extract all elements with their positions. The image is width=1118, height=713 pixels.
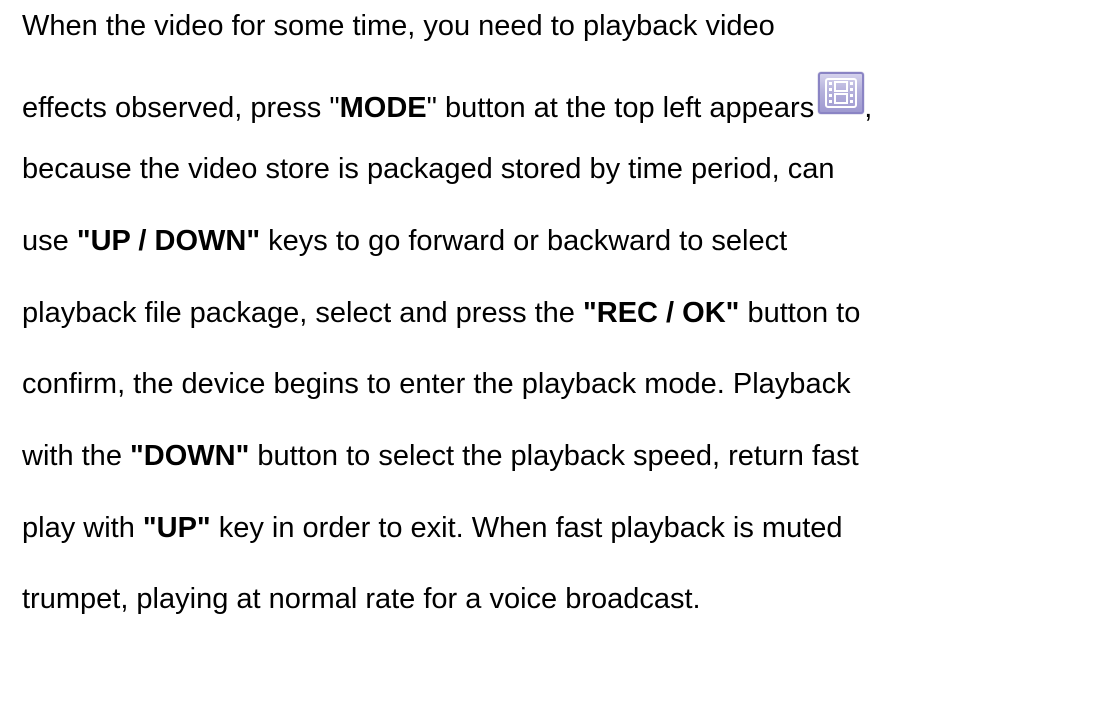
text-line-4: use "UP / DOWN" keys to go forward or ba… bbox=[22, 221, 787, 261]
text-line-7-pre: with the bbox=[22, 440, 130, 472]
text-line-2-pre: effects observed, press " bbox=[22, 92, 340, 124]
text-line-7-post: button to select the playback speed, ret… bbox=[249, 440, 859, 472]
text-line-8-pre: play with bbox=[22, 512, 143, 544]
rec-ok-key-label: "REC / OK" bbox=[583, 297, 740, 329]
text-line-5-post: button to bbox=[739, 297, 861, 329]
mode-key-label: MODE bbox=[339, 92, 427, 124]
text-line-8-post: key in order to exit. When fast playback… bbox=[210, 512, 843, 544]
text-line-8: play with "UP" key in order to exit. Whe… bbox=[22, 508, 843, 548]
text-line-4-post: keys to go forward or backward to select bbox=[260, 225, 788, 257]
text-line-1: When the video for some time, you need t… bbox=[22, 6, 775, 46]
text-line-1-content: When the video for some time, you need t… bbox=[22, 10, 775, 42]
text-line-2-post: , bbox=[864, 92, 873, 124]
text-line-7: with the "DOWN" button to select the pla… bbox=[22, 436, 859, 476]
text-line-6: confirm, the device begins to enter the … bbox=[22, 364, 851, 404]
up-down-key-label: "UP / DOWN" bbox=[76, 225, 261, 257]
text-line-2: effects observed, press "MODE" button at… bbox=[22, 72, 872, 124]
text-line-5: playback file package, select and press … bbox=[22, 293, 860, 333]
document-page: When the video for some time, you need t… bbox=[0, 0, 1118, 713]
text-line-5-pre: playback file package, select and press … bbox=[22, 297, 583, 329]
text-line-3-content: because the video store is packaged stor… bbox=[22, 153, 835, 185]
text-line-3: because the video store is packaged stor… bbox=[22, 149, 834, 189]
text-line-6-content: confirm, the device begins to enter the … bbox=[22, 368, 851, 400]
text-line-4-pre: use bbox=[22, 225, 77, 257]
text-line-2-mid: " button at the top left appears bbox=[426, 92, 815, 124]
text-line-9: trumpet, playing at normal rate for a vo… bbox=[22, 579, 701, 619]
film-strip-playback-icon bbox=[818, 72, 865, 114]
down-key-label: "DOWN" bbox=[130, 440, 250, 472]
up-key-label: "UP" bbox=[142, 512, 211, 544]
text-line-9-content: trumpet, playing at normal rate for a vo… bbox=[22, 583, 701, 615]
